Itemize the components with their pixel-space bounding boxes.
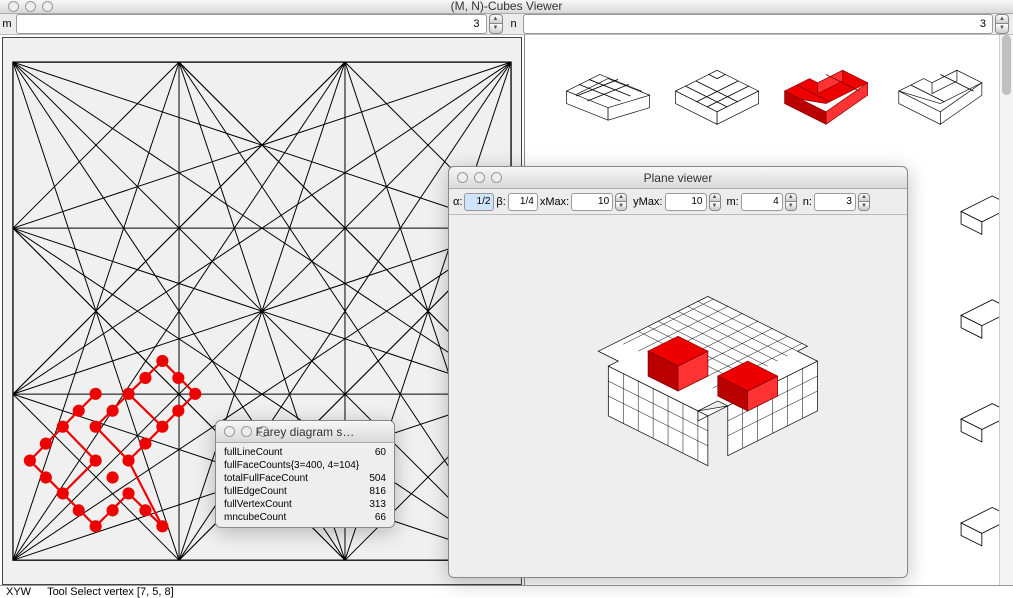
xmax-stepper[interactable]: ▲▼ (615, 193, 627, 211)
plane-viewer-panel: Plane viewer α: β: xMax: ▲▼ yMax: ▲▼ m: … (448, 166, 908, 578)
table-row: fullVertexCount313 (218, 499, 392, 510)
farey-stats-panel: Farey diagram s… fullLineCount60 fullFac… (215, 420, 395, 528)
plane-n-input[interactable] (814, 193, 856, 211)
n-input[interactable] (523, 14, 994, 34)
chevron-up-icon[interactable]: ▲ (709, 193, 721, 203)
chevron-up-icon[interactable]: ▲ (489, 14, 503, 25)
scrollbar-thumb[interactable] (1002, 35, 1011, 95)
chevron-up-icon[interactable]: ▲ (995, 14, 1009, 25)
stats-table: fullLineCount60 fullFaceCounts{3=400, 4=… (216, 445, 394, 525)
plane-controls: α: β: xMax: ▲▼ yMax: ▲▼ m: ▲▼ n: ▲▼ (449, 189, 907, 215)
plane-m-input[interactable] (741, 193, 783, 211)
minimize-icon[interactable] (474, 172, 485, 183)
zoom-icon[interactable] (258, 426, 269, 437)
chevron-up-icon[interactable]: ▲ (615, 193, 627, 203)
close-icon[interactable] (8, 1, 19, 12)
alpha-input[interactable] (464, 193, 494, 211)
n-stepper[interactable]: ▲▼ (995, 14, 1009, 34)
ymax-stepper[interactable]: ▲▼ (709, 193, 721, 211)
chevron-down-icon[interactable]: ▼ (709, 202, 721, 211)
stats-titlebar[interactable]: Farey diagram s… (216, 421, 394, 443)
main-titlebar: (M, N)-Cubes Viewer (0, 0, 1013, 14)
plane-m-label: m: (727, 196, 739, 208)
table-row: mncubeCount66 (218, 512, 392, 523)
ymax-input[interactable] (665, 193, 707, 211)
ymax-label: yMax: (633, 196, 662, 208)
plane-viewport[interactable] (449, 215, 907, 577)
close-icon[interactable] (224, 426, 235, 437)
zoom-icon[interactable] (42, 1, 53, 12)
minimize-icon[interactable] (25, 1, 36, 12)
status-bar: XYW Tool Select vertex [7, 5, 8] (0, 585, 1013, 598)
xmax-label: xMax: (540, 196, 569, 208)
plane-n-label: n: (803, 196, 812, 208)
m-label: m (0, 18, 14, 30)
chevron-up-icon[interactable]: ▲ (858, 193, 870, 203)
alpha-label: α: (453, 196, 462, 208)
plane-svg (449, 215, 907, 577)
plane-n-stepper[interactable]: ▲▼ (858, 193, 870, 211)
plane-title: Plane viewer (449, 171, 907, 185)
beta-label: β: (496, 196, 505, 208)
table-row: fullEdgeCount816 (218, 486, 392, 497)
status-tool: Tool Select vertex [7, 5, 8] (47, 586, 174, 598)
stats-body: fullLineCount60 fullFaceCounts{3=400, 4=… (216, 443, 394, 527)
table-row: fullFaceCounts{3=400, 4=104} (218, 460, 392, 471)
status-xyw: XYW (6, 586, 31, 598)
xmax-input[interactable] (571, 193, 613, 211)
chevron-down-icon[interactable]: ▼ (785, 202, 797, 211)
n-label: n (507, 18, 521, 30)
window-title: (M, N)-Cubes Viewer (0, 0, 1013, 13)
chevron-down-icon[interactable]: ▼ (995, 24, 1009, 34)
m-stepper[interactable]: ▲▼ (489, 14, 503, 34)
close-icon[interactable] (457, 172, 468, 183)
table-row: fullLineCount60 (218, 447, 392, 458)
plane-titlebar[interactable]: Plane viewer (449, 167, 907, 189)
main-toolbar: m ▲▼ n ▲▼ (0, 14, 1013, 35)
chevron-down-icon[interactable]: ▼ (858, 202, 870, 211)
table-row: totalFullFaceCount504 (218, 473, 392, 484)
chevron-down-icon[interactable]: ▼ (615, 202, 627, 211)
beta-input[interactable] (508, 193, 538, 211)
chevron-down-icon[interactable]: ▼ (489, 24, 503, 34)
gallery-scrollbar[interactable] (999, 35, 1013, 585)
plane-m-stepper[interactable]: ▲▼ (785, 193, 797, 211)
m-input[interactable] (16, 14, 487, 34)
zoom-icon[interactable] (491, 172, 502, 183)
minimize-icon[interactable] (241, 426, 252, 437)
chevron-up-icon[interactable]: ▲ (785, 193, 797, 203)
